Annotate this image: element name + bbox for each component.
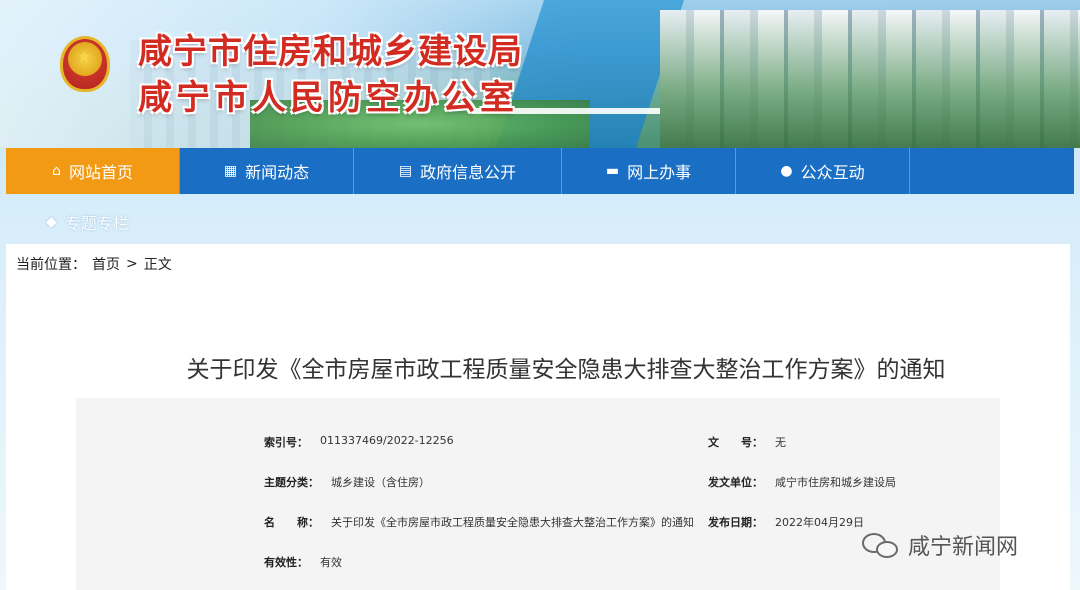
breadcrumb-prefix: 当前位置： [16,257,86,273]
tag-icon: ◆ [46,214,57,230]
nav-item-interaction[interactable]: ● 公众互动 [736,148,910,194]
home-icon: ⌂ [52,163,61,179]
folder-icon: ▬ [605,163,620,179]
nav-item-home[interactable]: ⌂ 网站首页 [6,148,180,194]
info-index: 索引号： 011337469/2022-12256 [264,434,454,450]
info-value: 011337469/2022-12256 [320,434,454,447]
breadcrumb-current: 正文 [143,257,172,273]
breadcrumb-home-link[interactable]: 首页 [92,254,120,274]
info-value: 咸宁市住房和城乡建设局 [775,476,896,489]
info-name: 名 称： 关于印发《全市房屋市政工程质量安全隐患大排查大整治工作方案》的通知 [264,514,694,530]
watermark: 咸宁新闻网 [862,529,1018,561]
info-label: 主题分类： [264,476,319,489]
nav-item-label: 公众互动 [800,163,865,182]
info-validity: 有效性： 有效 [264,554,342,570]
main-nav: ⌂ 网站首页 ▦ 新闻动态 ▤ 政府信息公开 ▬ 网上办事 ● 公众互动 [6,148,1074,194]
info-value: 关于印发《全市房屋市政工程质量安全隐患大排查大整治工作方案》的通知 [331,516,694,529]
info-value: 城乡建设（含住房） [331,476,430,489]
national-emblem-icon: ★ [60,36,110,92]
document-info-box: 索引号： 011337469/2022-12256 文 号： 无 主题分类： 城… [76,398,1000,590]
nav-spacer [910,148,1074,194]
city-skyline-right [660,10,1080,148]
info-issuer: 发文单位： 咸宁市住房和城乡建设局 [708,474,896,490]
chat-icon: ● [780,163,793,179]
nav-item-label: 网站首页 [68,163,133,182]
info-date: 发布日期： 2022年04月29日 [708,514,864,530]
document-icon: ▤ [398,163,413,179]
nav-item-online-service[interactable]: ▬ 网上办事 [562,148,736,194]
info-label: 有效性： [264,556,308,569]
info-label: 索引号： [264,436,308,449]
site-title-line1: 咸宁市住房和城乡建设局 [138,32,523,72]
header-banner: ★ 咸宁市住房和城乡建设局 咸宁市人民防空办公室 [0,0,1080,148]
nav-item-label: 网上办事 [627,163,692,182]
info-value: 有效 [320,556,342,569]
site-title-line2: 咸宁市人民防空办公室 [138,78,518,118]
nav-item-special[interactable]: ◆ 专题专栏 [46,210,129,234]
nav-item-label: 新闻动态 [245,163,310,182]
info-label: 发布日期： [708,516,763,529]
info-label: 文 号： [708,436,763,449]
info-category: 主题分类： 城乡建设（含住房） [264,474,430,490]
article-title: 关于印发《全市房屋市政工程质量安全隐患大排查大整治工作方案》的通知 [186,357,946,383]
nav-item-label: 专题专栏 [64,214,129,233]
breadcrumb-separator: > [126,256,138,272]
nav-item-news[interactable]: ▦ 新闻动态 [180,148,354,194]
info-value: 无 [775,436,786,449]
watermark-text: 咸宁新闻网 [908,535,1019,560]
info-label: 发文单位： [708,476,763,489]
grid-icon: ▦ [223,163,238,179]
nav-item-gov-info[interactable]: ▤ 政府信息公开 [354,148,562,194]
info-doc-no: 文 号： 无 [708,434,786,450]
nav-item-label: 政府信息公开 [420,163,517,182]
wechat-icon [862,531,902,559]
breadcrumb: 当前位置： 首页 > 正文 [16,254,178,274]
info-value: 2022年04月29日 [775,516,864,529]
info-label: 名 称： [264,516,319,529]
